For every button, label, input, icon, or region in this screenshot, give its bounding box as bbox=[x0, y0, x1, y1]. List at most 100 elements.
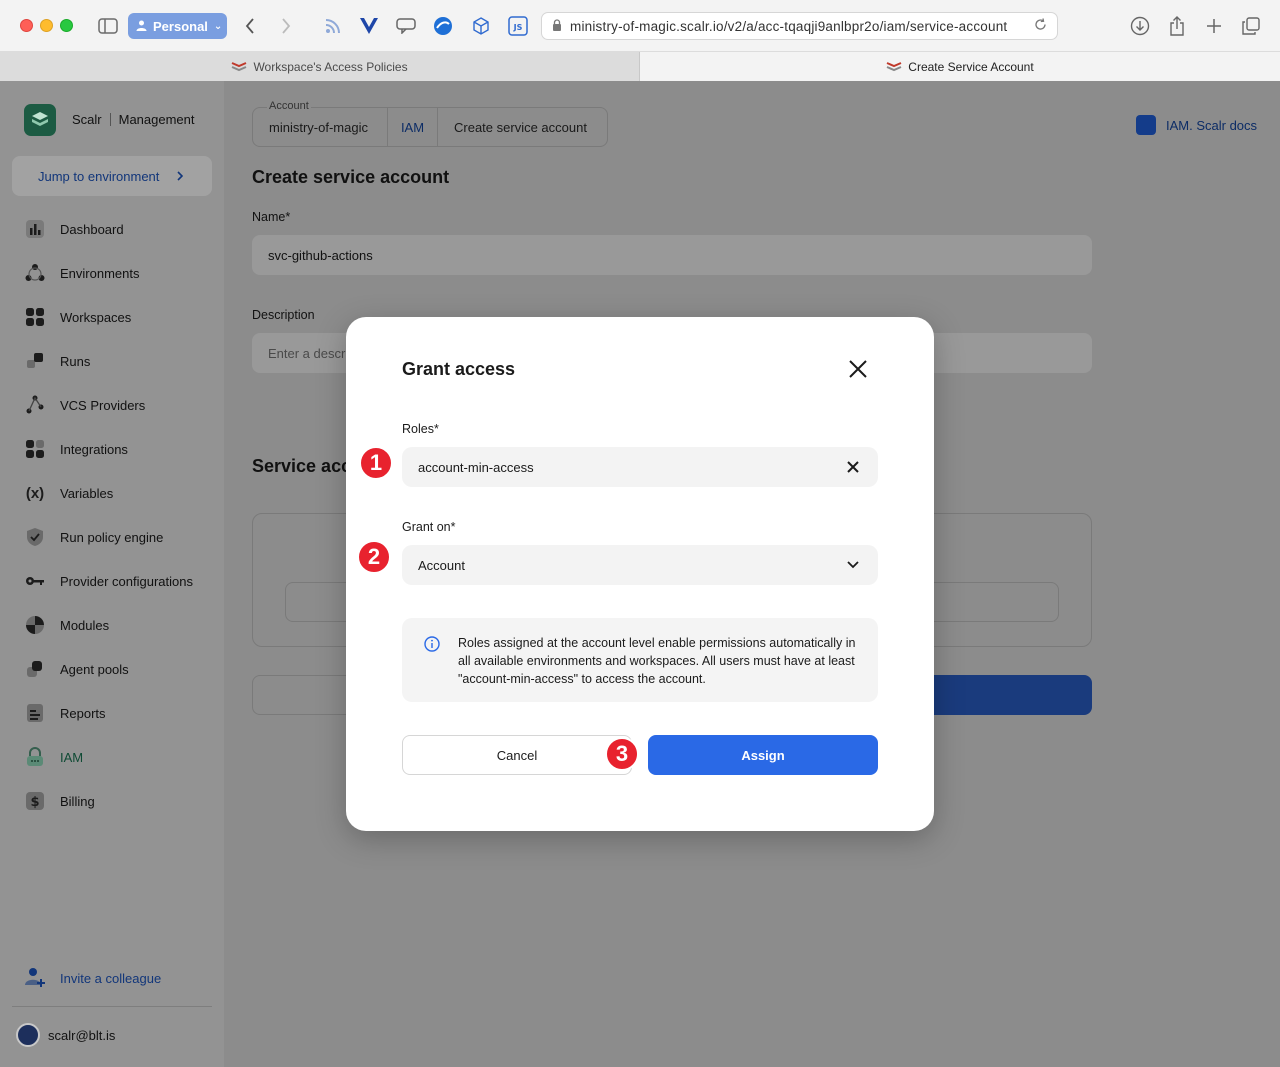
docs-link[interactable]: IAM. Scalr docs bbox=[1136, 115, 1257, 135]
sidebar-item-workspaces[interactable]: Workspaces bbox=[24, 305, 214, 329]
sidebar-item-reports[interactable]: Reports bbox=[24, 701, 214, 725]
brand-section: Management bbox=[118, 112, 195, 127]
sidebar-item-iam[interactable]: IAM bbox=[24, 745, 214, 769]
sidebar-item-label: IAM bbox=[60, 749, 84, 765]
chevron-right-icon bbox=[177, 169, 184, 184]
tab-workspace-access-policies[interactable]: Workspace's Access Policies bbox=[0, 52, 640, 81]
avatar bbox=[16, 1023, 40, 1047]
sidebar-item-label: Reports bbox=[60, 705, 106, 721]
brand-name: Scalr bbox=[72, 112, 102, 127]
grant-on-select[interactable]: Account bbox=[402, 545, 878, 585]
profile-button[interactable]: Personal ⌄ bbox=[128, 13, 227, 39]
breadcrumb-account-name: ministry-of-magic bbox=[269, 119, 368, 135]
js-extension-icon[interactable]: JS bbox=[507, 15, 529, 37]
sidebar-item-label: Variables bbox=[60, 485, 114, 501]
close-icon[interactable] bbox=[846, 357, 870, 381]
sidebar-item-integrations[interactable]: Integrations bbox=[24, 437, 214, 461]
sidebar-item-label: Runs bbox=[60, 353, 91, 369]
annotation-badge-1: 1 bbox=[359, 446, 393, 480]
tab-bar: Workspace's Access Policies Create Servi… bbox=[0, 52, 1280, 81]
sidebar-item-label: Run policy engine bbox=[60, 529, 164, 545]
scalr-favicon-icon bbox=[886, 61, 902, 73]
description-label: Description bbox=[252, 308, 315, 322]
close-window-button[interactable] bbox=[20, 19, 33, 32]
info-text: Roles assigned at the account level enab… bbox=[458, 636, 856, 686]
reports-icon bbox=[24, 702, 46, 724]
sidebar-item-agent-pools[interactable]: Agent pools bbox=[24, 657, 214, 681]
forward-icon[interactable] bbox=[274, 14, 298, 38]
svg-text:JS: JS bbox=[513, 23, 523, 32]
share-icon[interactable] bbox=[1165, 14, 1189, 38]
dollar-icon: $ bbox=[24, 790, 46, 812]
annotation-badge-3: 3 bbox=[605, 737, 639, 771]
browser-titlebar: Personal ⌄ JS ministry-of-magic.scalr.io… bbox=[0, 0, 1280, 52]
user-email: scalr@blt.is bbox=[48, 1027, 116, 1043]
minimize-window-button[interactable] bbox=[40, 19, 53, 32]
brand-divider bbox=[109, 113, 111, 126]
tab-overview-icon[interactable] bbox=[1239, 14, 1263, 38]
sidebar-item-provider-configurations[interactable]: Provider configurations bbox=[24, 569, 214, 593]
vue-extension-icon[interactable] bbox=[358, 15, 380, 37]
sidebar-item-billing[interactable]: $ Billing bbox=[24, 789, 214, 813]
sidebar-item-label: Modules bbox=[60, 617, 110, 633]
breadcrumb-account[interactable]: Account ministry-of-magic bbox=[252, 100, 388, 147]
scalr-logo-icon[interactable] bbox=[24, 104, 56, 136]
profile-person-icon bbox=[136, 19, 147, 34]
tab-create-service-account[interactable]: Create Service Account bbox=[640, 52, 1280, 81]
assign-button[interactable]: Assign bbox=[648, 735, 878, 775]
grant-on-label: Grant on* bbox=[402, 520, 456, 534]
sidebar-item-label: Dashboard bbox=[60, 221, 124, 237]
cube-extension-icon[interactable] bbox=[470, 15, 492, 37]
sidebar-item-environments[interactable]: Environments bbox=[24, 261, 214, 285]
rss-extension-icon[interactable] bbox=[322, 15, 344, 37]
reload-icon[interactable] bbox=[1034, 18, 1047, 34]
clear-icon[interactable] bbox=[844, 458, 862, 476]
sidebar-toggle-icon[interactable] bbox=[96, 14, 120, 38]
invite-label: Invite a colleague bbox=[60, 971, 162, 986]
environments-icon bbox=[24, 262, 46, 284]
create-form-button[interactable] bbox=[924, 675, 1092, 715]
info-callout: Roles assigned at the account level enab… bbox=[402, 618, 878, 702]
vcs-icon bbox=[24, 394, 46, 416]
address-bar[interactable]: ministry-of-magic.scalr.io/v2/a/acc-tqaq… bbox=[541, 12, 1058, 40]
sidebar-item-dashboard[interactable]: Dashboard bbox=[24, 217, 214, 241]
runs-icon bbox=[24, 350, 46, 372]
breadcrumb-account-caption: Account bbox=[267, 100, 311, 112]
page-title: Create service account bbox=[252, 167, 450, 187]
lock-icon bbox=[552, 18, 562, 34]
maximize-window-button[interactable] bbox=[60, 19, 73, 32]
cancel-button[interactable]: Cancel bbox=[402, 735, 632, 775]
roles-select[interactable]: account-min-access bbox=[402, 447, 878, 487]
chat-extension-icon[interactable] bbox=[395, 15, 417, 37]
sidebar-item-label: Agent pools bbox=[60, 661, 129, 677]
grant-access-modal: Grant access Roles* account-min-access G… bbox=[346, 317, 934, 831]
sidebar-item-label: Integrations bbox=[60, 441, 128, 457]
new-tab-icon[interactable] bbox=[1202, 14, 1226, 38]
docs-label: IAM. Scalr docs bbox=[1166, 117, 1258, 133]
sidebar-item-modules[interactable]: Modules bbox=[24, 613, 214, 637]
sidebar: Scalr Management Jump to environment Das… bbox=[0, 81, 224, 1067]
download-icon[interactable] bbox=[1128, 14, 1152, 38]
brand: Scalr Management bbox=[72, 112, 195, 127]
section-title: Service acc bbox=[252, 456, 352, 476]
sidebar-divider bbox=[12, 1006, 212, 1007]
modules-icon bbox=[24, 614, 46, 636]
invite-colleague-link[interactable]: Invite a colleague bbox=[24, 966, 161, 991]
user-menu[interactable]: scalr@blt.is bbox=[16, 1023, 115, 1047]
globe-extension-icon[interactable] bbox=[432, 15, 454, 37]
tab-title: Create Service Account bbox=[908, 59, 1034, 74]
name-label: Name* bbox=[252, 210, 291, 224]
sidebar-item-runs[interactable]: Runs bbox=[24, 349, 214, 373]
sidebar-item-run-policy-engine[interactable]: Run policy engine bbox=[24, 525, 214, 549]
jump-to-environment-button[interactable]: Jump to environment bbox=[12, 156, 212, 196]
breadcrumb-iam[interactable]: IAM bbox=[388, 107, 438, 147]
sidebar-item-vcs-providers[interactable]: VCS Providers bbox=[24, 393, 214, 417]
sidebar-item-variables[interactable]: (x) Variables bbox=[24, 481, 214, 505]
info-icon bbox=[424, 636, 440, 652]
name-field[interactable]: svc-github-actions bbox=[252, 235, 1092, 275]
document-icon bbox=[1136, 115, 1156, 135]
annotation-badge-2: 2 bbox=[357, 540, 391, 574]
back-icon[interactable] bbox=[238, 14, 262, 38]
agent-pools-icon bbox=[24, 658, 46, 680]
profile-label: Personal bbox=[153, 18, 208, 34]
